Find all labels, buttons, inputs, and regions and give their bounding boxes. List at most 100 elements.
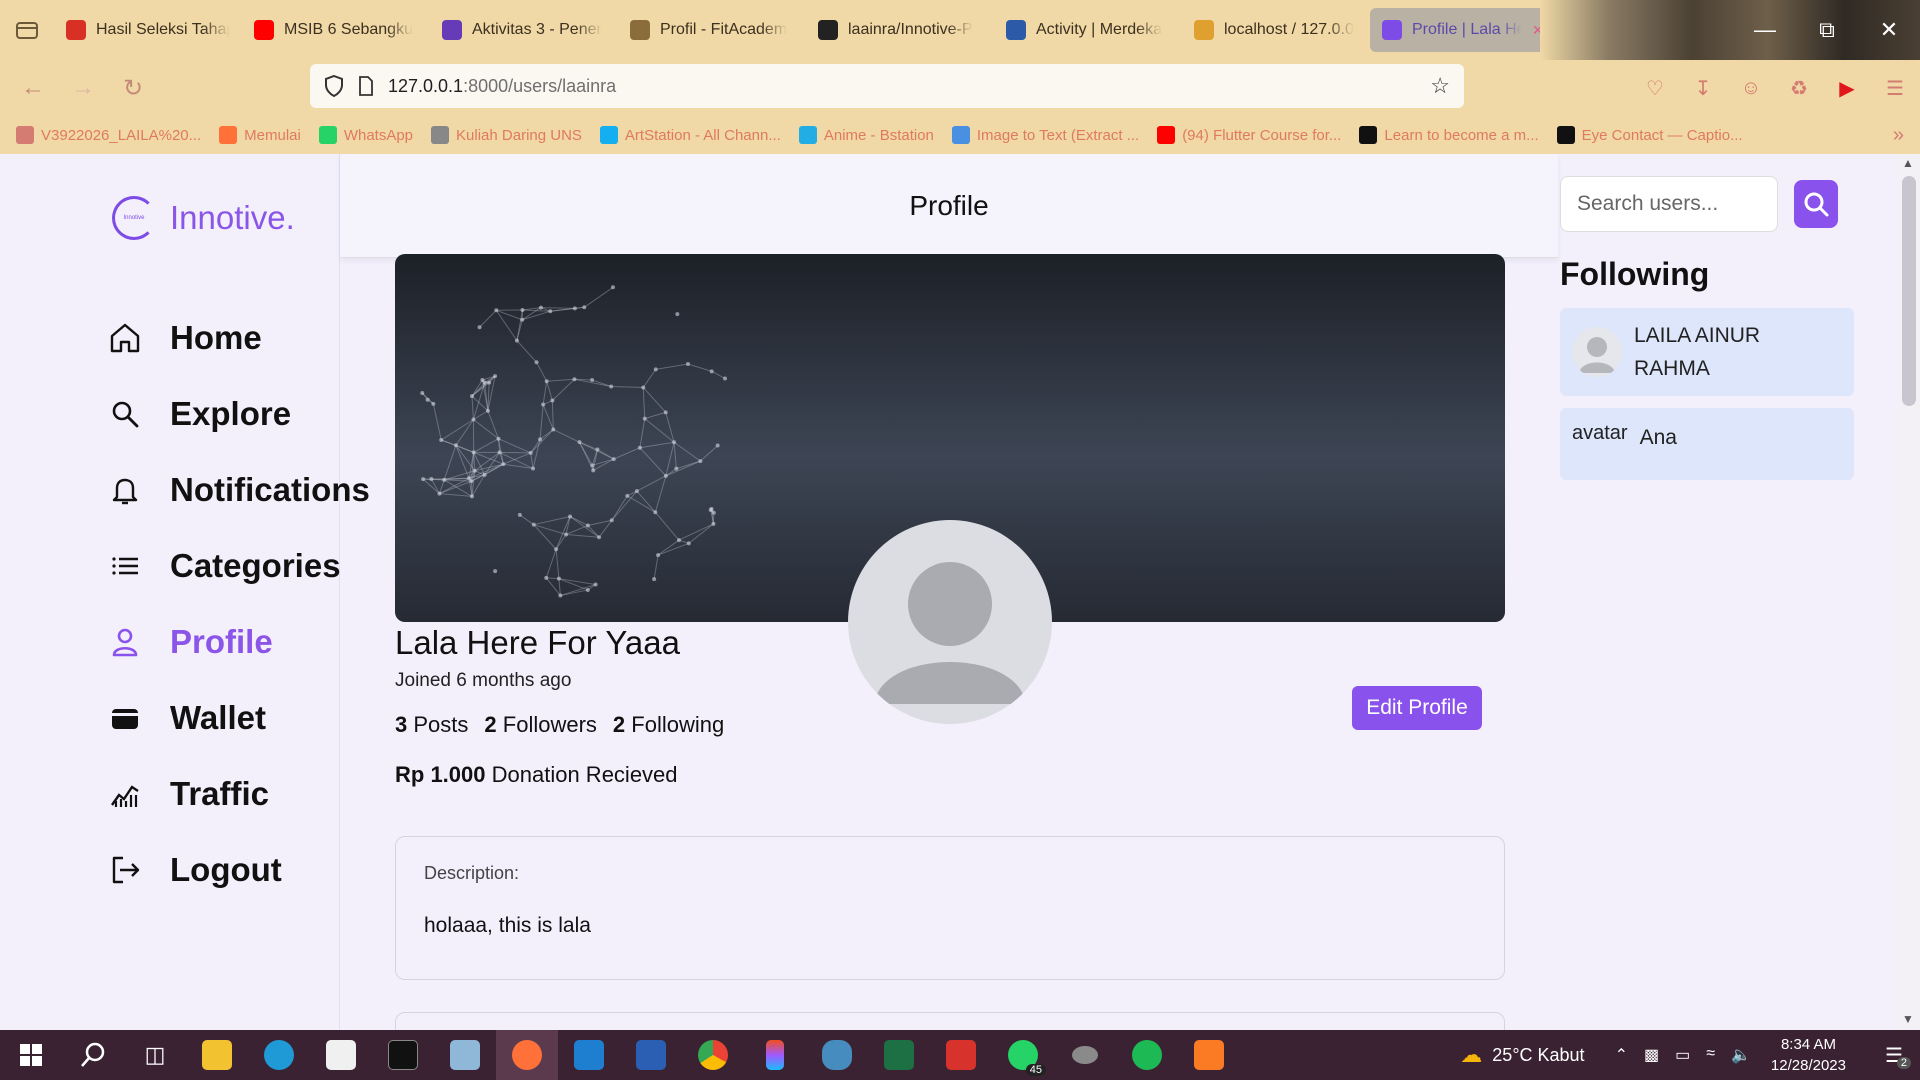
close-window-button[interactable]: ✕ <box>1858 0 1920 60</box>
weather-widget[interactable]: ☁ 25°C Kabut <box>1460 1042 1584 1068</box>
posts-stat[interactable]: 3 Posts <box>395 712 468 738</box>
following-stat[interactable]: 2 Following <box>613 712 724 738</box>
sidebar-item-wallet[interactable]: Wallet <box>108 680 370 756</box>
edit-profile-button[interactable]: Edit Profile <box>1352 686 1482 730</box>
following-item[interactable]: avatar Ana <box>1560 408 1854 480</box>
pocket-icon[interactable]: ♡ <box>1640 68 1670 108</box>
browser-tab[interactable]: Aktivitas 3 - Pener <box>430 8 618 52</box>
scroll-down-icon[interactable]: ▼ <box>1902 1012 1914 1026</box>
restore-button[interactable]: ⧉ <box>1796 0 1858 60</box>
minimize-button[interactable]: — <box>1734 0 1796 60</box>
scroll-up-icon[interactable]: ▲ <box>1902 156 1914 170</box>
description-label: Description: <box>424 863 520 883</box>
bookmark-star-icon[interactable]: ☆ <box>1430 73 1450 99</box>
github-icon <box>818 20 838 40</box>
scrollbar-thumb[interactable] <box>1902 176 1916 406</box>
notification-center-button[interactable]: ☰ 2 <box>1876 1041 1920 1069</box>
sidebar-item-home[interactable]: Home <box>108 300 370 376</box>
figma-button[interactable] <box>744 1030 806 1080</box>
sidebar-item-explore[interactable]: Explore <box>108 376 370 452</box>
volume-icon[interactable]: 🔈 <box>1731 1045 1751 1065</box>
bookmark-item[interactable]: V3922026_LAILA%20... <box>16 126 201 144</box>
godot-button[interactable] <box>806 1030 868 1080</box>
browser-tab[interactable]: localhost / 127.0.0 <box>1182 8 1370 52</box>
chevron-up-icon[interactable]: ⌃ <box>1615 1045 1628 1065</box>
bookmark-favicon-icon <box>951 126 970 144</box>
search-users-input[interactable] <box>1560 176 1778 232</box>
home-icon <box>108 321 142 355</box>
sidebar-item-traffic[interactable]: Traffic <box>108 756 370 832</box>
file-explorer-button[interactable] <box>186 1030 248 1080</box>
search-button[interactable] <box>1794 180 1838 228</box>
battery-icon[interactable]: ▭ <box>1675 1045 1690 1065</box>
chrome-button[interactable] <box>682 1030 744 1080</box>
sidebar-item-notifications[interactable]: Notifications <box>108 452 370 528</box>
reload-button[interactable]: ↻ <box>108 63 158 113</box>
extensions-icon[interactable]: ♻ <box>1784 68 1814 108</box>
excel-button[interactable] <box>868 1030 930 1080</box>
list-icon <box>108 549 142 583</box>
edge-button[interactable] <box>248 1030 310 1080</box>
followers-stat[interactable]: 2 Followers <box>484 712 597 738</box>
tab-list-button[interactable] <box>0 0 54 60</box>
sidebar-item-logout[interactable]: Logout <box>108 832 370 908</box>
pdf-button[interactable] <box>930 1030 992 1080</box>
game-button[interactable] <box>1054 1030 1116 1080</box>
menu-icon[interactable]: ☰ <box>1880 68 1910 108</box>
browser-tab[interactable]: Profile | Lala He × <box>1370 8 1555 52</box>
bookmark-item[interactable]: Eye Contact — Captio... <box>1556 126 1743 144</box>
browser-tab[interactable]: Hasil Seleksi Tahap <box>54 8 242 52</box>
profile-name: Lala Here For Yaaa <box>395 624 680 661</box>
browser-tab[interactable]: Profil - FitAcadem <box>618 8 806 52</box>
excel-icon <box>884 1040 914 1070</box>
meet-icon[interactable]: ▩ <box>1644 1045 1659 1065</box>
browser-tab[interactable]: laainra/Innotive-P <box>806 8 994 52</box>
whatsapp-button[interactable]: 45 <box>992 1030 1054 1080</box>
forward-button[interactable]: → <box>58 63 108 113</box>
tab-title: laainra/Innotive-P <box>848 21 973 38</box>
firefox-button[interactable] <box>496 1030 558 1080</box>
notepad-button[interactable] <box>434 1030 496 1080</box>
terminal-button[interactable] <box>372 1030 434 1080</box>
page-scrollbar[interactable]: ▲ ▼ <box>1898 154 1920 1030</box>
bookmark-item[interactable]: Anime - Bstation <box>798 126 934 144</box>
clock[interactable]: 8:34 AM 12/28/2023 <box>1771 1034 1846 1076</box>
tab-title: Activity | Merdeka <box>1036 21 1162 38</box>
bookmark-favicon-icon <box>798 126 817 144</box>
bookmark-item[interactable]: (94) Flutter Course for... <box>1157 126 1341 144</box>
xampp-button[interactable] <box>1178 1030 1240 1080</box>
taskbar-search-button[interactable] <box>62 1030 124 1080</box>
bookmark-item[interactable]: Image to Text (Extract ... <box>951 126 1139 144</box>
bookmark-item[interactable]: Learn to become a m... <box>1359 126 1539 144</box>
chart-icon <box>108 777 142 811</box>
godot-icon <box>822 1040 852 1070</box>
downloads-icon[interactable]: ↧ <box>1688 68 1718 108</box>
bookmark-item[interactable]: WhatsApp <box>318 126 413 144</box>
vscode-button[interactable] <box>558 1030 620 1080</box>
bookmark-item[interactable]: ArtStation - All Chann... <box>599 126 781 144</box>
more-bookmarks-icon[interactable]: » <box>1893 124 1904 147</box>
right-sidebar: Following LAILA AINUR RAHMA avatar Ana <box>1558 154 1898 1030</box>
back-button[interactable]: ← <box>8 63 58 113</box>
following-item[interactable]: LAILA AINUR RAHMA <box>1560 308 1854 396</box>
sidebar-item-profile[interactable]: Profile <box>108 604 370 680</box>
browser-tab[interactable]: MSIB 6 Sebangku <box>242 8 430 52</box>
bookmark-item[interactable]: Kuliah Daring UNS <box>431 126 582 144</box>
bookmark-item[interactable]: Memulai <box>219 126 301 144</box>
spotify-button[interactable] <box>1116 1030 1178 1080</box>
wifi-icon[interactable]: ≈ <box>1706 1045 1715 1065</box>
start-button[interactable] <box>0 1030 62 1080</box>
browser-tab-bar: Hasil Seleksi Tahap MSIB 6 Sebangku Aktivi… <box>0 0 1920 60</box>
address-bar[interactable]: 127.0.0.1:8000/users/laainra ☆ <box>310 64 1464 108</box>
youtube-ext-icon[interactable]: ▶ <box>1832 68 1862 108</box>
bookmark-label: V3922026_LAILA%20... <box>41 126 202 144</box>
tab-title: MSIB 6 Sebangku <box>284 21 413 38</box>
sidebar-item-categories[interactable]: Categories <box>108 528 370 604</box>
browser-tab[interactable]: Activity | Merdeka <box>994 8 1182 52</box>
brand[interactable]: Innotive Innotive. <box>112 196 295 240</box>
word-button[interactable] <box>620 1030 682 1080</box>
task-view-button[interactable]: ◫ <box>124 1030 186 1080</box>
account-icon[interactable]: ☺ <box>1736 68 1766 108</box>
following-title: Following <box>1560 256 1710 292</box>
store-button[interactable] <box>310 1030 372 1080</box>
